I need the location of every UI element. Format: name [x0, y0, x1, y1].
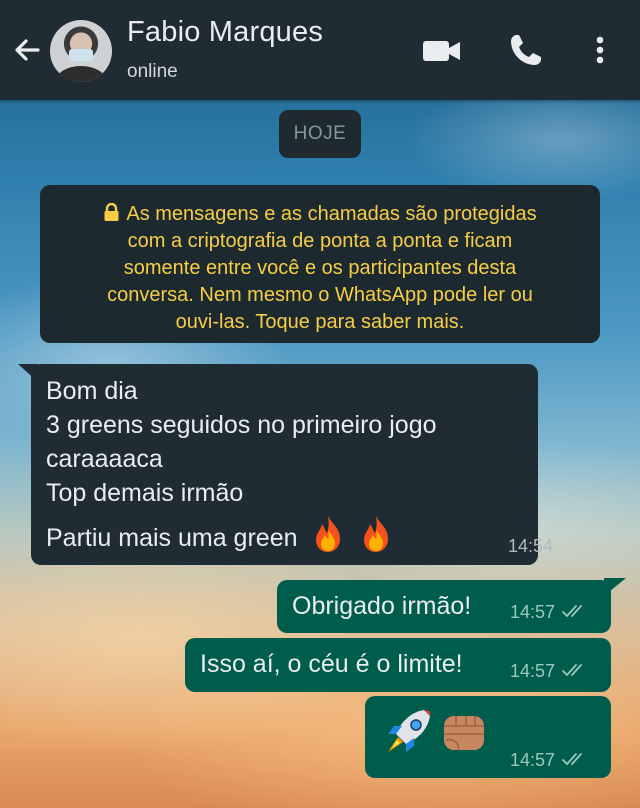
- message-text: Obrigado irmão!: [292, 592, 472, 620]
- message-meta: 14:57: [510, 750, 589, 771]
- lock-icon: [104, 203, 119, 221]
- outgoing-message[interactable]: Isso aí, o céu é o limite! 14:57: [185, 638, 611, 692]
- encryption-line: conversa. Nem mesmo o WhatsApp pode ler …: [107, 284, 533, 306]
- fire-emoji-icon: [363, 516, 388, 552]
- encryption-line: As mensagens e as chamadas são protegida…: [56, 201, 584, 228]
- message-meta: 14:57: [510, 661, 589, 682]
- incoming-message[interactable]: Bom dia 3 greens seguidos no primeiro jo…: [31, 364, 553, 565]
- chat-header: Fabio Marques online: [0, 0, 640, 100]
- encryption-line: somente entre você e os participantes de…: [123, 257, 517, 279]
- outgoing-message[interactable]: Obrigado irmão! 14:57: [277, 580, 611, 633]
- date-chip: HOJE: [279, 110, 361, 158]
- rocket-emoji-icon: [388, 710, 431, 753]
- avatar[interactable]: [50, 20, 112, 82]
- emoji-row: [380, 704, 492, 760]
- phone-icon[interactable]: [506, 30, 546, 70]
- more-vert-icon[interactable]: [588, 30, 612, 70]
- message-meta: 14:57: [510, 602, 589, 623]
- contact-status: online: [127, 61, 178, 82]
- message-line: Top demais irmão: [46, 479, 244, 507]
- message-line: Partiu mais uma green: [46, 514, 523, 555]
- contact-name[interactable]: Fabio Marques: [127, 16, 323, 49]
- fire-emoji-icon: [315, 516, 340, 552]
- outgoing-message[interactable]: 14:57: [365, 696, 611, 778]
- message-text: Isso aí, o céu é o limite!: [200, 650, 463, 678]
- video-call-icon[interactable]: [422, 30, 462, 70]
- back-arrow-icon[interactable]: [8, 30, 48, 70]
- encryption-notice[interactable]: As mensagens e as chamadas são protegida…: [40, 185, 600, 343]
- message-line: 3 greens seguidos no primeiro jogo: [46, 411, 437, 439]
- message-line: Bom dia: [46, 377, 138, 405]
- message-line: caraaaaca: [46, 445, 163, 473]
- double-check-icon: [562, 664, 582, 676]
- fist-bump-emoji-icon: [444, 716, 484, 751]
- double-check-icon: [562, 753, 582, 765]
- encryption-line: ouvi-las. Toque para saber mais.: [175, 311, 465, 333]
- encryption-line: com a criptografia de ponta a ponta e fi…: [127, 230, 513, 252]
- message-time: 14:54: [508, 536, 554, 556]
- double-check-icon: [562, 605, 582, 617]
